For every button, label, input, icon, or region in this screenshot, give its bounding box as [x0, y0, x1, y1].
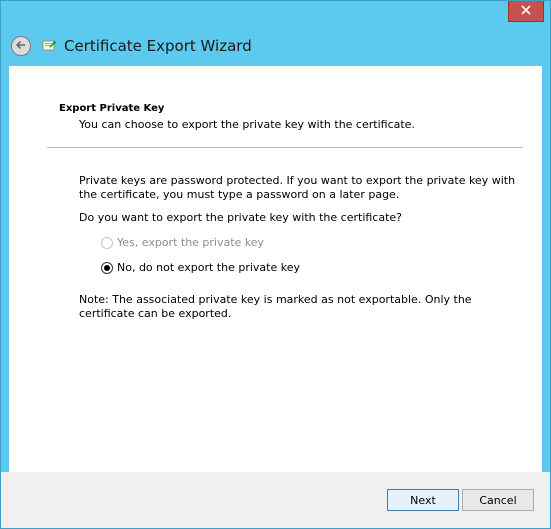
note-text: Note: The associated private key is mark…: [79, 293, 472, 320]
cancel-button[interactable]: Cancel: [462, 489, 534, 511]
close-button[interactable]: [508, 1, 544, 22]
radio-label-no: No, do not export the private key: [117, 261, 300, 274]
section-description: You can choose to export the private key…: [79, 118, 415, 131]
divider: [47, 147, 523, 148]
radio-button-no[interactable]: [101, 261, 113, 274]
question-text: Do you want to export the private key wi…: [79, 211, 403, 224]
radio-label-yes: Yes, export the private key: [117, 236, 265, 249]
radio-button-yes[interactable]: [101, 236, 113, 249]
next-button[interactable]: Next: [387, 489, 459, 511]
radio-option-no[interactable]: No, do not export the private key: [101, 261, 300, 274]
wizard-footer: Next Cancel: [1, 472, 550, 528]
title-bar: Certificate Export Wizard: [11, 32, 540, 60]
certificate-icon: [41, 38, 57, 54]
section-heading: Export Private Key: [59, 103, 165, 114]
radio-option-yes[interactable]: Yes, export the private key: [101, 236, 264, 249]
back-arrow-icon: [15, 39, 27, 54]
intro-text: Private keys are password protected. If …: [79, 174, 516, 201]
wizard-window: Certificate Export Wizard Export Private…: [0, 0, 551, 529]
wizard-content: Export Private Key You can choose to exp…: [9, 66, 542, 472]
back-button[interactable]: [11, 36, 31, 56]
close-icon: [521, 4, 531, 18]
window-title: Certificate Export Wizard: [64, 37, 252, 55]
